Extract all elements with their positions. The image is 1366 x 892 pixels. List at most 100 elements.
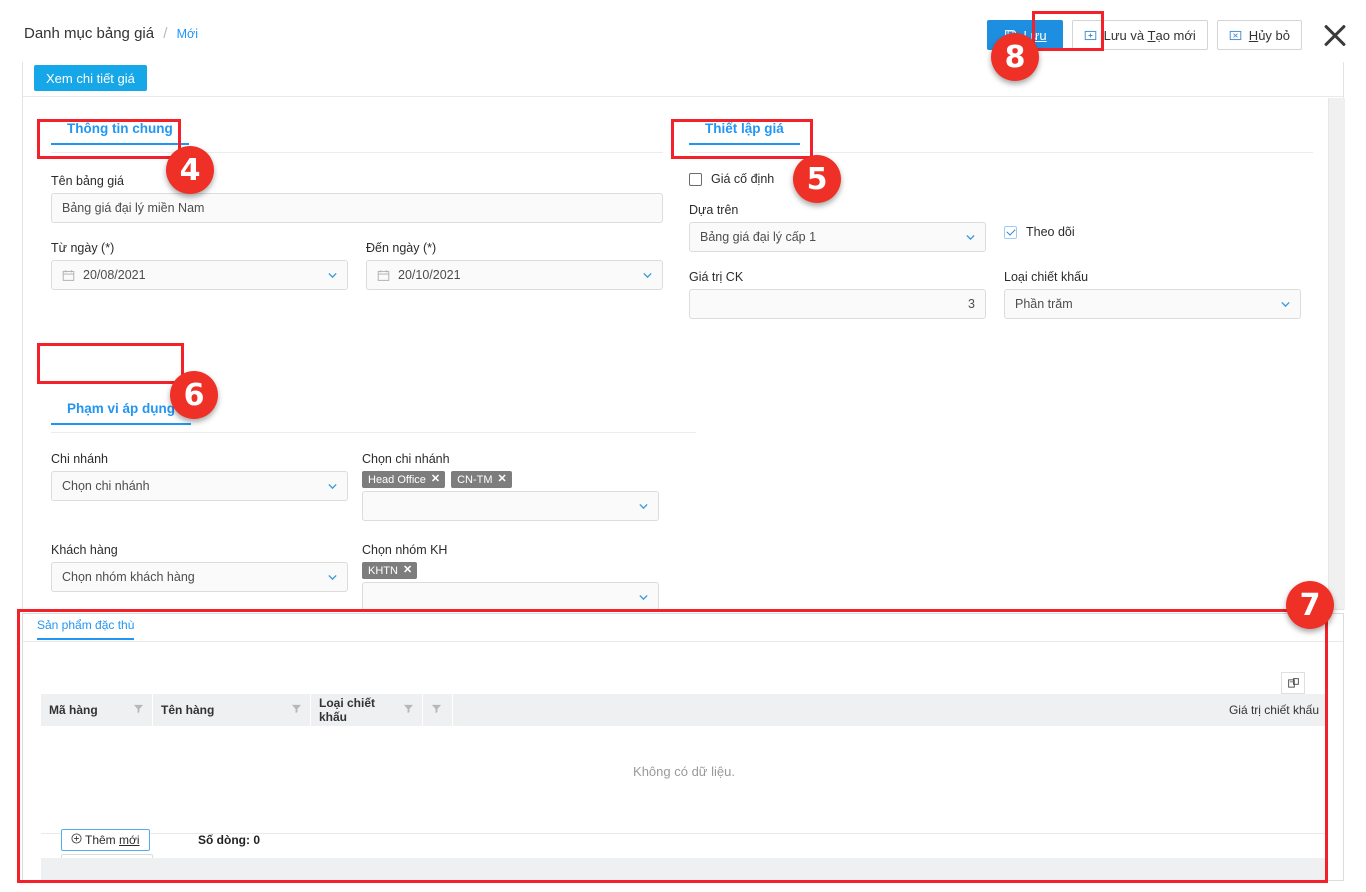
save-button[interactable]: Lưu — [987, 20, 1063, 50]
column-label: Giá trị chiết khấu — [1228, 703, 1319, 717]
special-products-grid-card: Sản phẩm đặc thù Mã hàng Tên hàng Loại c… — [22, 613, 1344, 881]
field-tu-ngay: Từ ngày (*) 20/08/2021 — [51, 241, 348, 290]
filter-icon[interactable] — [431, 703, 442, 717]
input-tu-ngay[interactable]: 20/08/2021 — [51, 260, 348, 290]
row-discount: Giá trị CK 3 Loại chiết khấu Phần trăm — [689, 270, 1313, 319]
breadcrumb-current: Mới — [176, 27, 198, 41]
chip-remove-icon[interactable]: ✕ — [403, 565, 412, 576]
field-den-ngay: Đến ngày (*) 20/10/2021 — [366, 241, 663, 290]
section-general-info: Thông tin chung Tên bảng giá Bảng giá đạ… — [51, 120, 663, 290]
input-ten-bang-gia-value: Bảng giá đại lý miền Nam — [62, 201, 205, 215]
section-divider — [51, 152, 663, 153]
chip-remove-icon[interactable]: ✕ — [431, 474, 440, 485]
section-pricing-setup: Thiết lập giá Giá cố định Dựa trên Bảng … — [689, 120, 1313, 319]
filter-icon[interactable] — [133, 703, 144, 717]
section-divider — [51, 432, 696, 433]
scope-left-label: Chi nhánh — [51, 452, 108, 466]
checkbox-gia-co-dinh[interactable]: Giá cố định — [689, 172, 1313, 186]
breadcrumb-separator: / — [163, 25, 168, 42]
select-loai-chiet-khau-value: Phần trăm — [1015, 297, 1073, 311]
tab-thiet-lap-gia[interactable]: Thiết lập giá — [689, 121, 800, 145]
empty-state-text: Không có dữ liệu. — [633, 764, 735, 779]
chevron-down-icon[interactable] — [965, 232, 976, 243]
add-new-button[interactable]: Thêm mới — [61, 829, 150, 851]
label-dua-tren: Dựa trên — [689, 203, 739, 217]
row-count-label: Số dòng: 0 — [198, 833, 260, 847]
close-icon[interactable] — [1318, 18, 1352, 52]
tab-thong-tin-chung[interactable]: Thông tin chung — [51, 121, 189, 145]
section-general-header: Thông tin chung — [51, 120, 663, 154]
section-scope-header: Phạm vi áp dụng — [51, 400, 696, 434]
cancel-box-icon — [1229, 28, 1243, 42]
row-based-on: Dựa trên Bảng giá đại lý cấp 1 Theo dõi — [689, 203, 1313, 252]
chip-label: Head Office — [368, 473, 426, 486]
plus-circle-icon — [71, 833, 82, 847]
table-column-loai-chiet-khau[interactable]: Loại chiết khấu — [311, 694, 423, 726]
tab-san-pham-dac-thu[interactable]: Sản phẩm đặc thù — [37, 618, 135, 640]
section-divider — [689, 152, 1313, 153]
input-gia-tri-ck[interactable]: 3 — [689, 289, 986, 319]
field-loai-chiet-khau: Loại chiết khấu Phần trăm — [1004, 270, 1301, 319]
cancel-button[interactable]: Hủy bỏ — [1216, 20, 1302, 50]
scope-row-left: Chi nhánh Chọn chi nhánh — [51, 452, 348, 521]
chevron-down-icon[interactable] — [327, 572, 338, 583]
select-chi-nhanh[interactable]: Chọn chi nhánh — [51, 471, 348, 501]
table-column-gia-tri-chiet-khau[interactable]: Giá trị chiết khấu — [1107, 694, 1327, 726]
checkbox-theo-doi[interactable]: Theo dõi — [1004, 225, 1075, 239]
table-column-unnamed[interactable] — [423, 694, 453, 726]
chip-list-chi-nhanh: Head Office ✕ CN-TM ✕ — [362, 471, 659, 488]
save-icon — [1003, 28, 1017, 42]
table-column-ten-hang[interactable]: Tên hàng — [153, 694, 311, 726]
scope-row-right: Chọn nhóm KH KHTN ✕ — [362, 543, 659, 609]
select-khach-hang[interactable]: Chọn nhóm khách hàng — [51, 562, 348, 592]
table-column-ma-hang[interactable]: Mã hàng — [41, 694, 153, 726]
input-gia-tri-ck-value: 3 — [968, 297, 975, 311]
breadcrumb-root[interactable]: Danh mục bảng giá — [24, 25, 154, 42]
chevron-down-icon[interactable] — [638, 592, 649, 603]
chip-list-nhom-kh: KHTN ✕ — [362, 562, 659, 579]
label-den-ngay: Đến ngày (*) — [366, 241, 437, 255]
form-scroll-area: Thông tin chung Tên bảng giá Bảng giá đạ… — [23, 98, 1345, 609]
label-gia-tri-ck: Giá trị CK — [689, 270, 744, 284]
field-date-range: Từ ngày (*) 20/08/2021 Đến ngày (*) 20/1… — [51, 241, 663, 290]
filter-icon[interactable] — [403, 703, 414, 717]
scope-right-label: Chọn nhóm KH — [362, 543, 448, 557]
checkbox-box-icon — [689, 172, 702, 186]
view-price-detail-button[interactable]: Xem chi tiết giá — [34, 65, 147, 91]
chip-remove-icon[interactable]: ✕ — [498, 474, 507, 485]
column-chooser-icon[interactable] — [1281, 672, 1305, 694]
chevron-down-icon[interactable] — [638, 501, 649, 512]
save-and-new-button[interactable]: Lưu và Tạo mới — [1071, 20, 1208, 50]
chevron-down-icon[interactable] — [327, 270, 338, 281]
filter-icon[interactable] — [291, 703, 302, 717]
scope-right-label: Chọn chi nhánh — [362, 452, 450, 466]
select-chi-nhanh-value: Chọn chi nhánh — [62, 479, 150, 493]
select-dua-tren[interactable]: Bảng giá đại lý cấp 1 — [689, 222, 986, 252]
select-loai-chiet-khau[interactable]: Phần trăm — [1004, 289, 1301, 319]
input-tu-ngay-value: 20/08/2021 — [83, 268, 146, 282]
scope-row-left: Khách hàng Chọn nhóm khách hàng — [51, 543, 348, 609]
chevron-down-icon[interactable] — [327, 481, 338, 492]
chevron-down-icon[interactable] — [1280, 299, 1291, 310]
chip[interactable]: Head Office ✕ — [362, 471, 446, 488]
form-panel: Xem chi tiết giá Thông tin chung Tên bản… — [22, 62, 1345, 610]
scope-left-label: Khách hàng — [51, 543, 118, 557]
tab-pham-vi-ap-dung[interactable]: Phạm vi áp dụng — [51, 401, 192, 425]
top-bar: Danh mục bảng giá / Mới Lưu Lưu và Tạo m… — [0, 0, 1366, 62]
input-ten-bang-gia[interactable]: Bảng giá đại lý miền Nam — [51, 193, 663, 223]
multiselect-chi-nhanh[interactable] — [362, 491, 659, 521]
add-new-label: Thêm mới — [85, 833, 140, 847]
input-den-ngay[interactable]: 20/10/2021 — [366, 260, 663, 290]
panel-tabstrip: Xem chi tiết giá — [23, 62, 1343, 97]
multiselect-nhom-kh[interactable] — [362, 582, 659, 609]
add-document-icon — [1084, 28, 1098, 42]
chip[interactable]: CN-TM ✕ — [451, 471, 512, 488]
chip-label: CN-TM — [457, 473, 493, 486]
scope-row: Chi nhánh Chọn chi nhánh Chọn chi nhánh … — [51, 452, 696, 521]
calendar-icon — [62, 269, 75, 282]
chevron-down-icon[interactable] — [642, 270, 653, 281]
checkbox-theo-doi-label: Theo dõi — [1026, 225, 1075, 239]
vertical-scrollbar[interactable] — [1328, 98, 1345, 609]
chip[interactable]: KHTN ✕ — [362, 562, 418, 579]
field-gia-tri-ck: Giá trị CK 3 — [689, 270, 986, 319]
